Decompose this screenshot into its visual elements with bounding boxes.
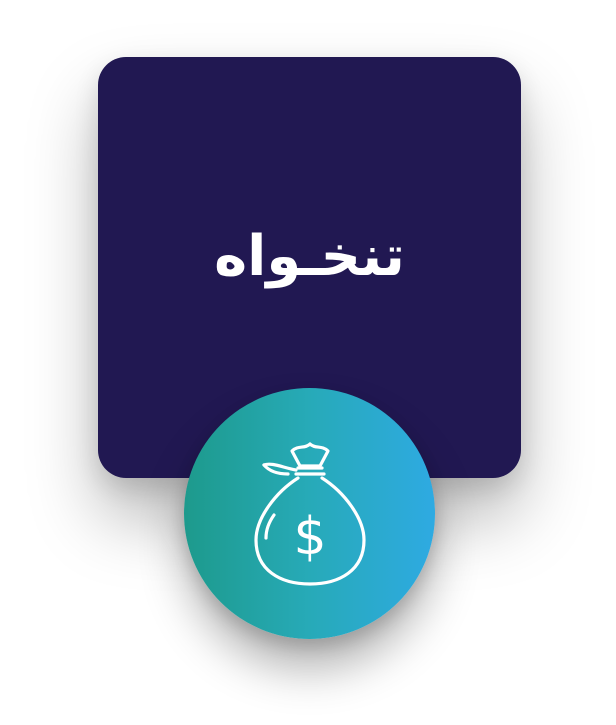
stage: تنخـواه $	[0, 0, 616, 725]
card-title: تنخـواه	[214, 224, 405, 289]
icon-badge: $	[184, 388, 435, 639]
money-bag-icon: $	[254, 442, 366, 586]
dollar-sign: $	[293, 507, 326, 567]
